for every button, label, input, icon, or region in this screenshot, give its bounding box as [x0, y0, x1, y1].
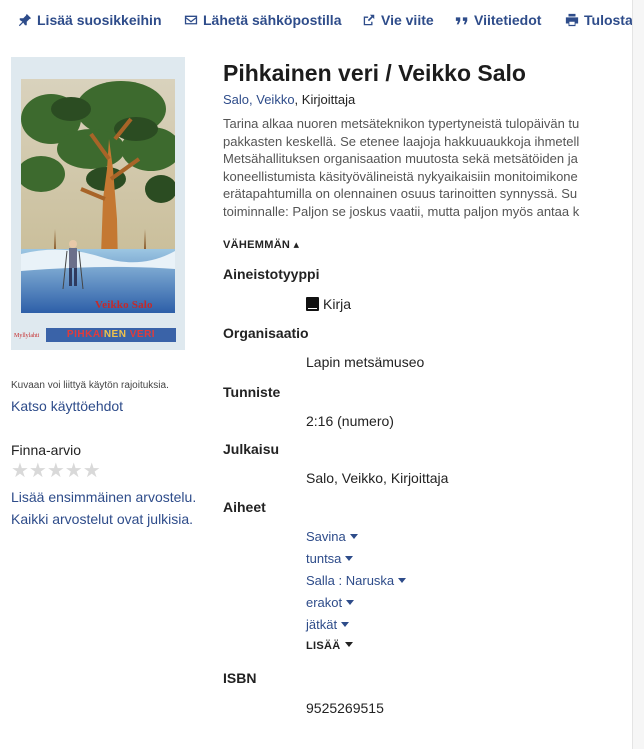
record-toolbar: Lisää suosikkeihin Lähetä sähköpostilla …: [0, 0, 633, 42]
caret-down-icon: [398, 578, 407, 583]
summary-line: erätapahtumilla on olennainen osuus tari…: [223, 186, 578, 201]
cover-publisher-text: Myllylahti: [14, 333, 40, 339]
quote-icon: [455, 17, 468, 25]
show-more-subjects-toggle[interactable]: LISÄÄ: [306, 640, 353, 652]
subject-text: tuntsa: [306, 551, 342, 566]
author-line: Salo, Veikko, Kirjoittaja: [223, 92, 355, 107]
caret-down-icon: [349, 534, 358, 539]
summary-line: Metsähallituksen organisaation muutosta …: [223, 151, 578, 166]
format-value-text: Kirja: [323, 296, 352, 312]
subject-text: Savina: [306, 529, 346, 544]
publication-label: Julkaisu: [223, 441, 280, 457]
summary-line: Tarina alkaa nuoren metsäteknikon typert…: [223, 116, 580, 131]
identifier-value: 2:16 (numero): [306, 413, 394, 429]
email-button[interactable]: Lähetä sähköpostilla: [184, 12, 341, 28]
subject-link[interactable]: tuntsa: [306, 551, 354, 566]
record-title: Pihkainen veri / Veikko Salo: [223, 60, 526, 86]
star-rating[interactable]: ★★★★★: [11, 461, 101, 481]
export-label: Vie viite: [381, 12, 434, 28]
summary-line: toiminnalle: Paljon se joskus vaatii, mu…: [223, 203, 580, 219]
publication-value: Salo, Veikko, Kirjoittaja: [306, 470, 449, 486]
export-icon: [363, 14, 375, 26]
caret-down-icon: [341, 622, 350, 627]
summary-text: Tarina alkaa nuoren metsäteknikon typert…: [223, 115, 632, 220]
cite-label: Viitetiedot: [474, 12, 542, 28]
page-background: Lisää suosikkeihin Lähetä sähköpostilla …: [0, 0, 644, 749]
cover-title-part1: PIHKAI: [66, 329, 104, 340]
summary-line: koneellistumista käsityövälineistä nykya…: [223, 168, 578, 184]
subject-link[interactable]: Salla : Naruska: [306, 573, 407, 588]
isbn-value: 9525269515: [306, 700, 384, 716]
cover-author-text: Veikko Salo: [95, 299, 153, 311]
add-favorite-label: Lisää suosikkeihin: [37, 12, 162, 28]
isbn-label: ISBN: [223, 670, 257, 686]
star-icons: ★★★★★: [11, 460, 101, 482]
subject-text: jätkät: [306, 617, 338, 632]
subject-link[interactable]: Savina: [306, 529, 358, 544]
image-usage-note: Kuvaan voi liittyä käytön rajoituksia.: [11, 380, 169, 391]
show-less-toggle[interactable]: VÄHEMMÄN ▴: [223, 238, 299, 251]
subject-text: Salla : Naruska: [306, 573, 395, 588]
email-label: Lähetä sähköpostilla: [203, 12, 342, 28]
reviews-public-link[interactable]: Kaikki arvostelut ovat julkisia.: [11, 511, 193, 527]
format-label: Aineistotyyppi: [223, 266, 320, 282]
add-review-link[interactable]: Lisää ensimmäinen arvostelu.: [11, 489, 196, 505]
cover-title-part2: NEN: [103, 329, 127, 340]
export-button[interactable]: Vie viite: [362, 12, 434, 28]
print-button[interactable]: Tulosta: [565, 12, 633, 28]
cover-image[interactable]: Veikko Salo Myllylahti PIHKAINEN VERI: [11, 57, 185, 350]
more-toggle-label: LISÄÄ: [306, 640, 341, 652]
terms-of-use-link[interactable]: Katso käyttöehdot: [11, 398, 123, 414]
caret-down-icon: [344, 642, 353, 647]
cover-title-part3: VERI: [129, 329, 156, 340]
cover-artwork: [21, 79, 175, 313]
organisation-value: Lapin metsämuseo: [306, 354, 425, 370]
subjects-label: Aiheet: [223, 499, 266, 515]
author-role: , Kirjoittaja: [294, 92, 356, 107]
format-value: Kirja: [306, 296, 351, 312]
record-card: Lisää suosikkeihin Lähetä sähköpostilla …: [0, 0, 633, 749]
add-favorite-button[interactable]: Lisää suosikkeihin: [18, 12, 162, 28]
summary-line: pakkasten keskellä. Se etenee laajoja ha…: [223, 133, 580, 149]
subject-link[interactable]: erakot: [306, 595, 355, 610]
caret-down-icon: [346, 600, 355, 605]
cite-button[interactable]: Viitetiedot: [455, 12, 541, 28]
book-icon: [306, 297, 319, 311]
print-label: Tulosta: [584, 12, 633, 28]
author-link[interactable]: Salo, Veikko: [223, 92, 295, 107]
envelope-icon: [184, 15, 198, 25]
caret-down-icon: [345, 556, 354, 561]
organisation-label: Organisaatio: [223, 325, 309, 341]
printer-icon: [565, 13, 579, 27]
rating-label: Finna-arvio: [11, 442, 82, 458]
subject-link[interactable]: jätkät: [306, 617, 350, 632]
pin-icon: [18, 13, 32, 27]
identifier-label: Tunniste: [223, 384, 281, 400]
cover-title-text: PIHKAINEN VERI: [46, 328, 176, 342]
subject-text: erakot: [306, 595, 343, 610]
